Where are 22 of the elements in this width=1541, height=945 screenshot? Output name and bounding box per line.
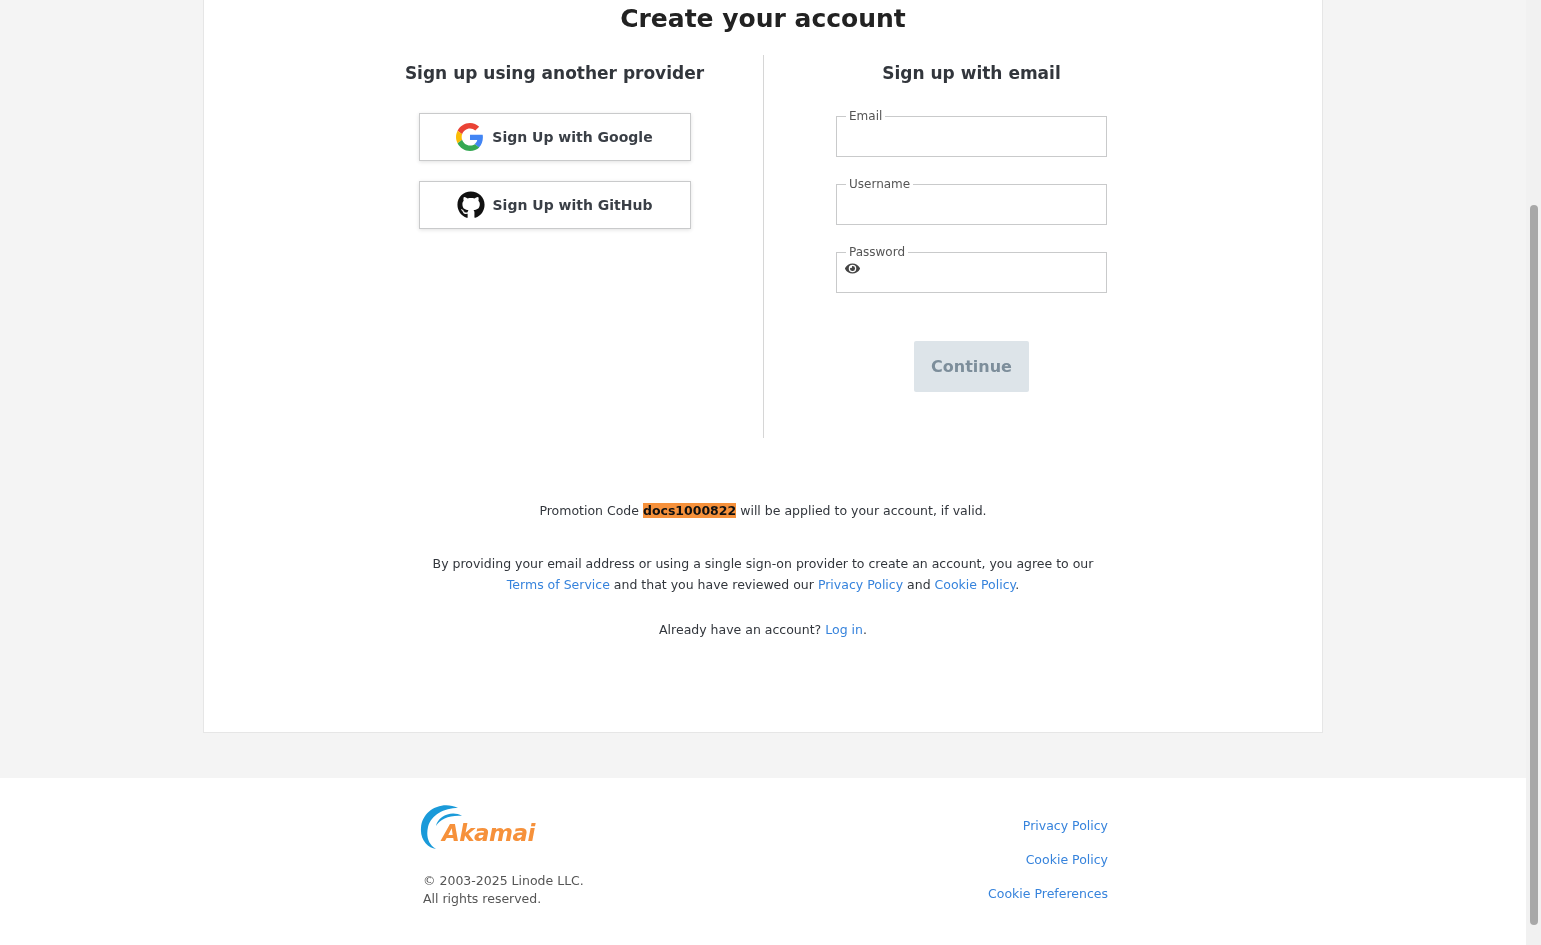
input-field[interactable]: Username [836, 177, 1107, 225]
input-field[interactable]: Email [836, 109, 1107, 157]
section-heading: Sign up using another provider [404, 63, 705, 83]
text-link[interactable]: Privacy Policy [817, 577, 904, 592]
footer-link[interactable]: Cookie Policy [1025, 850, 1108, 870]
copyright-text: © 2003-2025 Linode LLC. [422, 872, 584, 890]
text-link[interactable]: Terms of Service [506, 577, 610, 592]
section-heading: Sign up with email [882, 63, 1061, 83]
footer-link[interactable]: Cookie Preferences [988, 884, 1108, 904]
footer-link[interactable]: Privacy Policy [1022, 816, 1108, 836]
page-title: Create your account [620, 4, 906, 33]
provider-signup-button[interactable]: Sign Up with Google [418, 113, 691, 161]
password-field[interactable]: Password [836, 245, 1107, 293]
logo-text: Akamai [442, 820, 535, 846]
copyright-text: All rights reserved. [422, 890, 543, 908]
promotion-notice: Promotion Code docs1000822 will be applied to your account, if valid. [539, 502, 987, 520]
google-icon [456, 123, 485, 151]
github-cat-icon [456, 191, 485, 219]
provider-signup-button[interactable]: Sign Up with GitHub [418, 181, 691, 229]
text-link[interactable]: Log in [825, 622, 863, 637]
login-prompt: Already have an account? Log in. [659, 621, 867, 639]
legal-notice: By providing your email address or using a single sign-on provider to create an account, you agree to our Terms of Service and that you have reviewed our Privacy Policy and Cookie Policy. [431, 555, 1095, 594]
